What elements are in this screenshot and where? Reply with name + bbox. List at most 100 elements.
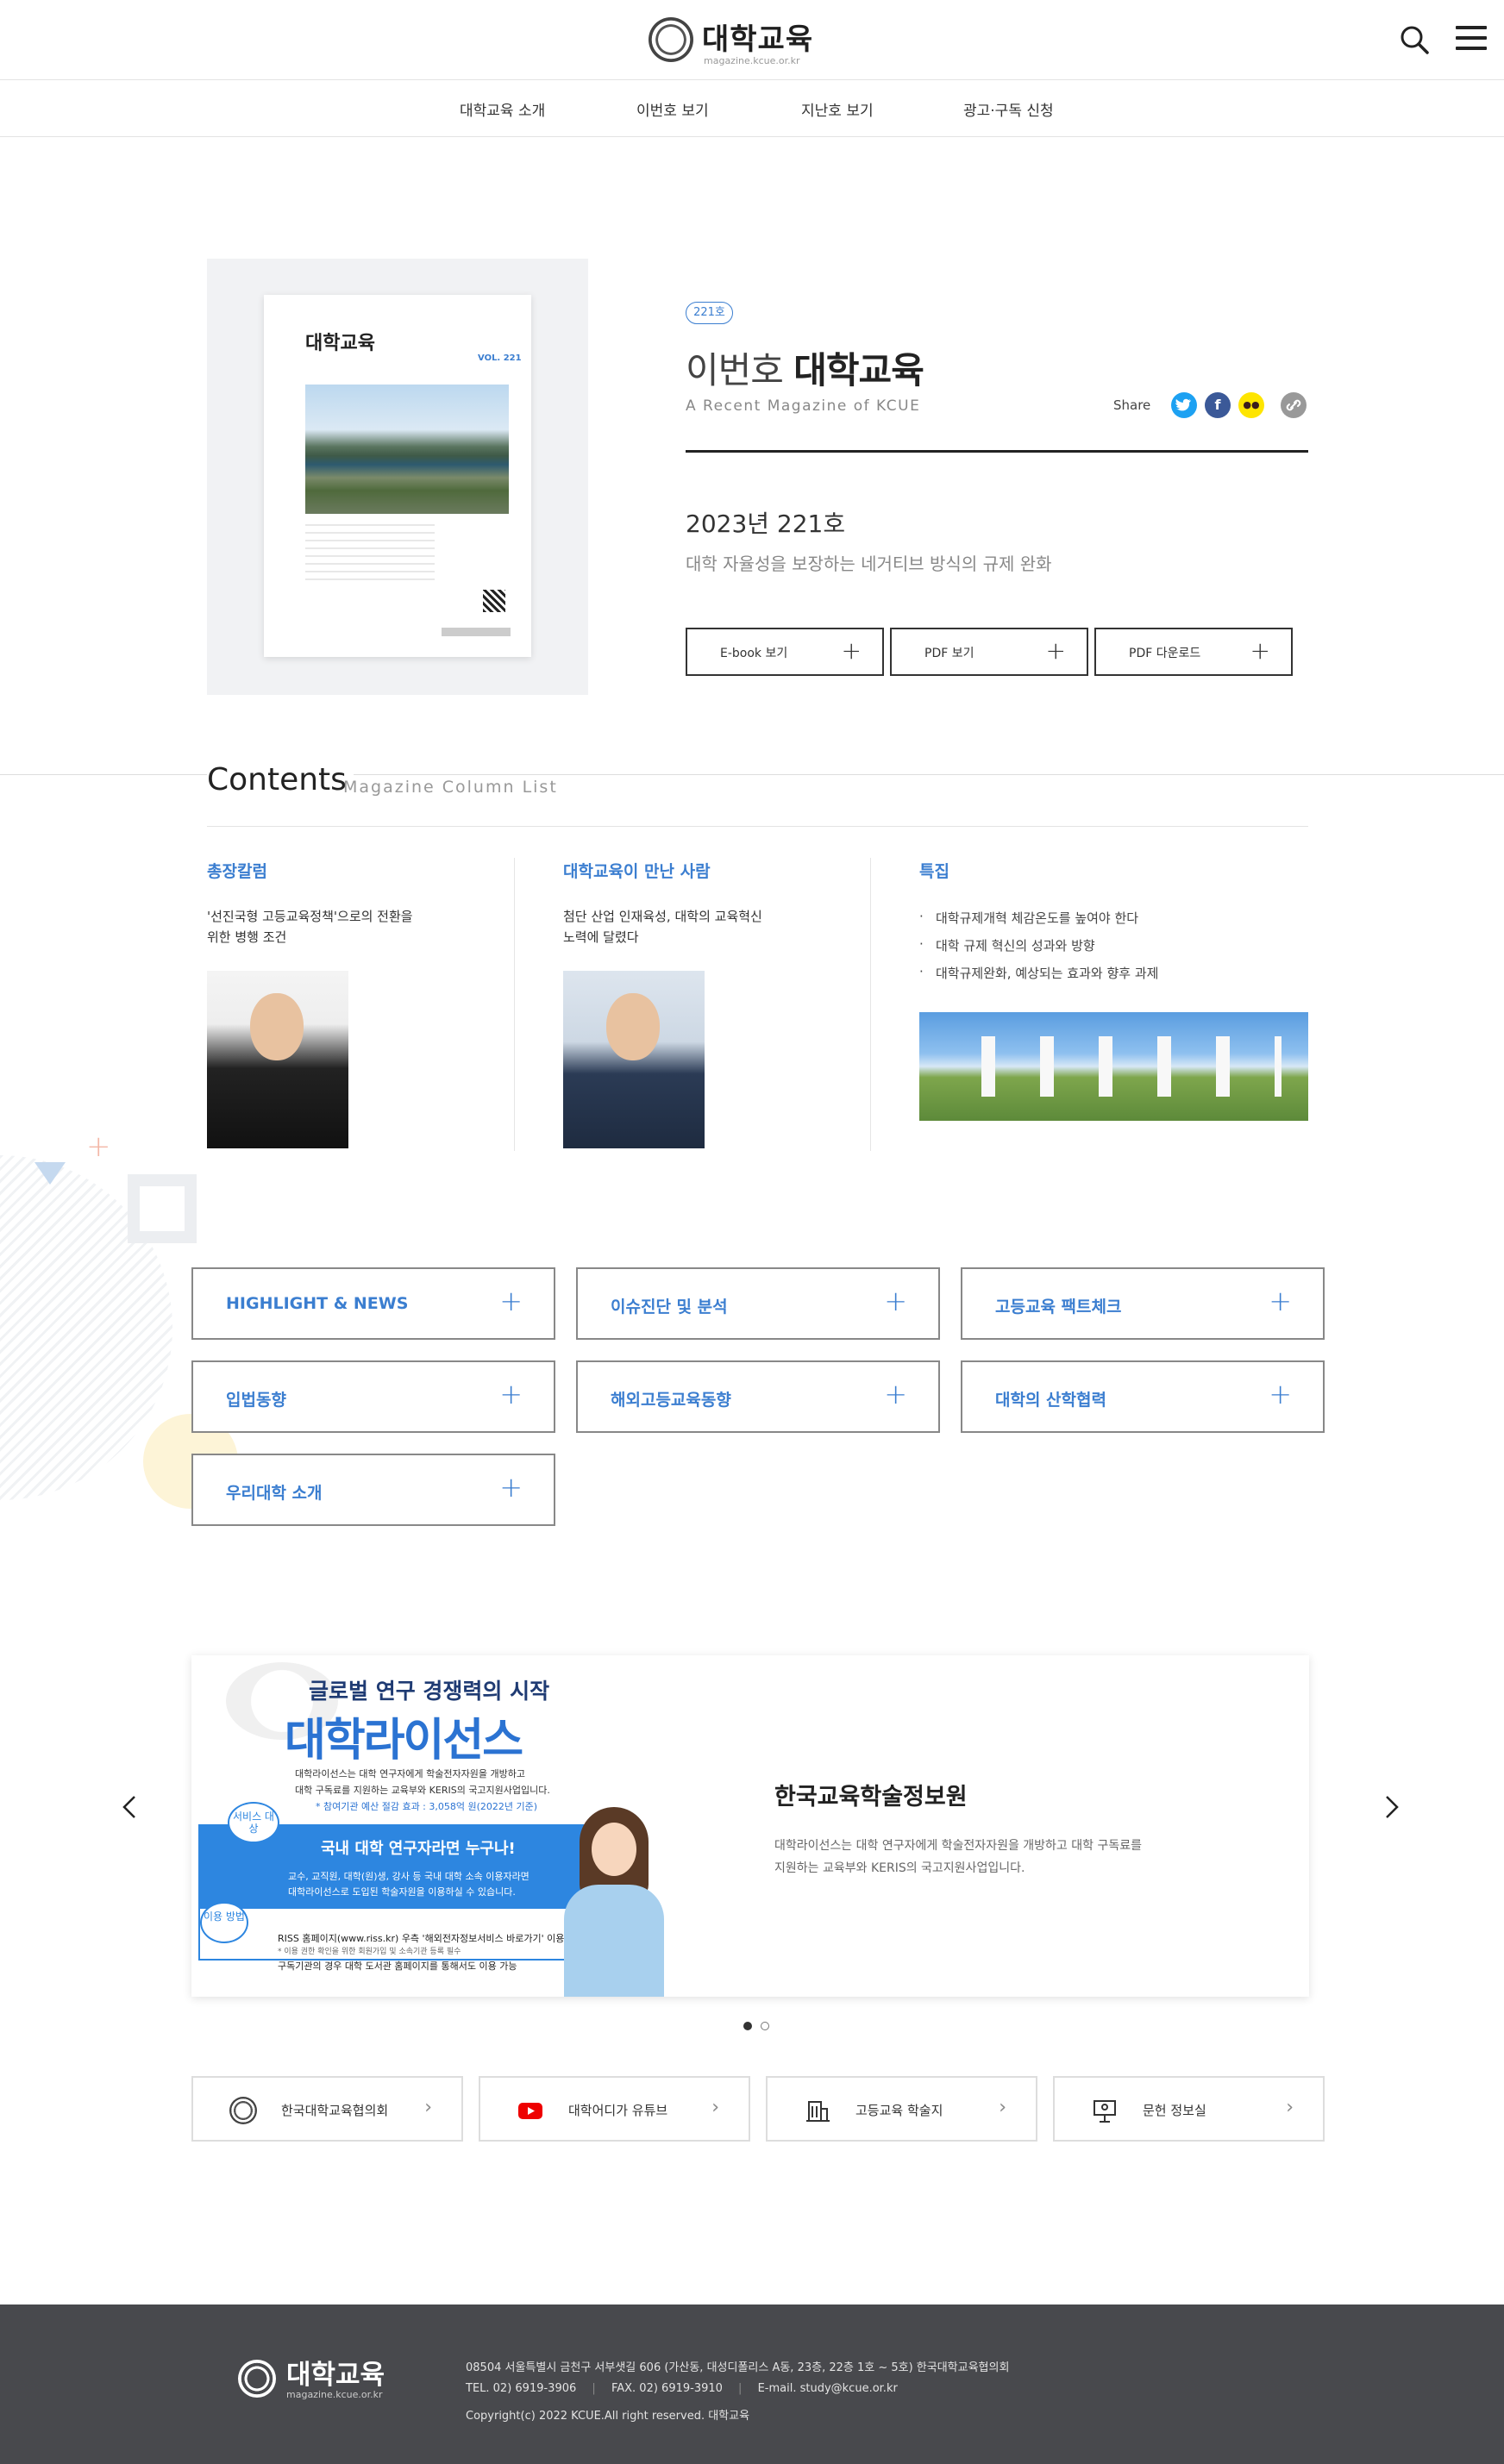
issue-divider	[686, 450, 1308, 453]
footer-address: 08504 서울특별시 금천구 서부샛길 606 (가산동, 대성디폴리스 A동…	[466, 2361, 1010, 2374]
chevron-right-icon: ›	[999, 2097, 1006, 2118]
hamburger-menu-icon[interactable]	[1456, 26, 1487, 53]
column-category-special[interactable]: 특집	[919, 859, 949, 882]
ebook-view-button[interactable]: E-book 보기 +	[686, 628, 884, 676]
site-logo[interactable]: 대학교육 magazine.kcue.or.kr	[649, 12, 821, 66]
chevron-right-icon: ›	[424, 2097, 432, 2118]
youtube-icon	[518, 2103, 542, 2119]
plus-icon: +	[841, 636, 862, 665]
nav-item-current-issue[interactable]: 이번호 보기	[636, 98, 709, 120]
banner-org-desc: 대학라이선스는 대학 연구자에게 학술전자자원을 개방하고 대학 구독료를 지원…	[774, 1835, 1142, 1879]
banner-method-note: * 이용 권한 확인을 위한 회원가입 및 소속기관 등록 필수	[278, 1948, 461, 1956]
ebook-view-label: E-book 보기	[720, 647, 788, 660]
twitter-icon[interactable]	[1171, 392, 1197, 418]
category-label: 우리대학 소개	[226, 1484, 323, 1503]
footer-email[interactable]: E-mail. study@kcue.or.kr	[758, 2382, 898, 2395]
quick-link-journal[interactable]: 고등교육 학술지 ›	[766, 2076, 1037, 2142]
nav-item-about[interactable]: 대학교육 소개	[460, 98, 545, 120]
decorative-plus: +	[86, 1129, 111, 1164]
category-university-intro[interactable]: 우리대학 소개 +	[191, 1454, 555, 1526]
category-legislation[interactable]: 입법동향 +	[191, 1360, 555, 1433]
share-label: Share	[1113, 397, 1151, 413]
special-article-3[interactable]: 대학규제완화, 예상되는 효과와 향후 과제	[936, 964, 1158, 982]
search-icon[interactable]	[1399, 24, 1430, 55]
column-title-line1[interactable]: 첨단 산업 인재육성, 대학의 교육혁신	[563, 906, 762, 927]
quick-link-library[interactable]: 문헌 정보실 ›	[1053, 2076, 1325, 2142]
kcue-emblem-icon	[238, 2360, 276, 2398]
face	[250, 993, 304, 1060]
category-label: 해외고등교육동향	[611, 1391, 731, 1410]
face	[592, 1823, 636, 1876]
kcue-emblem-icon	[649, 17, 693, 62]
column-title-line2[interactable]: 노력에 달렸다	[563, 927, 639, 947]
quick-link-label: 문헌 정보실	[1143, 2103, 1206, 2118]
site-footer: 대학교육 magazine.kcue.or.kr 08504 서울특별시 금천구…	[0, 2305, 1504, 2464]
logo-url: magazine.kcue.or.kr	[704, 55, 800, 66]
banner-method-2: 구독기관의 경우 대학 도서관 홈페이지를 통해서도 이용 가능	[278, 1961, 517, 1972]
category-highlight-news[interactable]: HIGHLIGHT & NEWS +	[191, 1267, 555, 1340]
issue-year-number: 2023년 221호	[686, 510, 846, 538]
footer-fax: FAX. 02) 6919-3910	[611, 2382, 723, 2395]
contents-subtitle: Magazine Column List	[343, 778, 558, 797]
president-photo[interactable]	[207, 971, 348, 1148]
column-category-president[interactable]: 총장칼럼	[207, 859, 267, 882]
plus-icon: +	[884, 1378, 907, 1410]
facebook-icon[interactable]: f	[1205, 392, 1231, 418]
contents-divider	[207, 826, 1308, 827]
category-fact-check[interactable]: 고등교육 팩트체크 +	[961, 1267, 1325, 1340]
column-divider	[514, 858, 515, 1151]
issue-description: 대학 자율성을 보장하는 네거티브 방식의 규제 완화	[686, 553, 1052, 574]
category-label: 입법동향	[226, 1391, 286, 1410]
usage-method-badge: 이용 방법	[200, 1902, 248, 1943]
pdf-download-label: PDF 다운로드	[1129, 647, 1201, 660]
category-label: 고등교육 팩트체크	[995, 1298, 1122, 1316]
column-title-line1[interactable]: '선진국형 고등교육정책'으로의 전환을	[207, 906, 413, 927]
nav-item-past-issues[interactable]: 지난호 보기	[801, 98, 874, 120]
bullet-marker: ·	[919, 936, 924, 952]
quick-link-youtube[interactable]: 대학어디가 유튜브 ›	[479, 2076, 750, 2142]
slider-dot[interactable]	[761, 2022, 769, 2030]
chevron-right-icon[interactable]	[1378, 1790, 1404, 1824]
cover-volume: VOL. 221	[478, 353, 522, 363]
category-label: HIGHLIGHT & NEWS	[226, 1294, 409, 1313]
presentation-icon	[1094, 2100, 1116, 2123]
decorative-square	[128, 1174, 197, 1243]
separator: |	[592, 2382, 596, 2395]
pdf-view-button[interactable]: PDF 보기 +	[890, 628, 1088, 676]
special-article-2[interactable]: 대학 규제 혁신의 성과와 방향	[936, 936, 1095, 954]
plus-icon: +	[884, 1285, 907, 1317]
banner-slide[interactable]: 글로벌 연구 경쟁력의 시작 대학라이선스 대학라이선스는 대학 연구자에게 학…	[191, 1655, 1309, 1997]
nav-item-ad-subscribe[interactable]: 광고·구독 신청	[963, 98, 1054, 120]
banner-target-desc: 교수, 교직원, 대학(원)생, 강사 등 국내 대학 소속 이용자라면 대학라…	[288, 1869, 530, 1900]
category-issue-analysis[interactable]: 이슈진단 및 분석 +	[576, 1267, 940, 1340]
issue-number-badge: 221호	[686, 302, 733, 324]
interviewee-photo[interactable]	[563, 971, 705, 1148]
chevron-left-icon[interactable]	[117, 1790, 143, 1824]
special-feature-photo[interactable]	[919, 1012, 1308, 1121]
pdf-download-button[interactable]: PDF 다운로드 +	[1094, 628, 1293, 676]
banner-intro-line3: * 참여기관 예산 절감 효과 : 3,058억 원(2022년 기준)	[316, 1801, 538, 1812]
kakaotalk-icon[interactable]: ●●	[1238, 392, 1264, 418]
banner-org-desc-line2: 지원하는 교육부와 KERIS의 국고지원사업입니다.	[774, 1861, 1025, 1875]
cover-text-block	[305, 524, 435, 585]
quick-link-kcue[interactable]: 한국대학교육협의회 ›	[191, 2076, 463, 2142]
issue-heading-bold: 대학교육	[793, 349, 924, 391]
column-title-line2[interactable]: 위한 병행 조건	[207, 927, 286, 947]
building-icon	[806, 2101, 830, 2122]
banner-target-title: 국내 대학 연구자라면 누구나!	[321, 1840, 516, 1858]
column-category-interview[interactable]: 대학교육이 만난 사람	[563, 859, 711, 882]
special-article-1[interactable]: 대학규제개혁 체감온도를 높여야 한다	[936, 909, 1138, 927]
issue-heading: 이번호 대학교육	[686, 341, 924, 394]
slider-dot-active[interactable]	[743, 2022, 752, 2030]
category-industry-cooperation[interactable]: 대학의 산학협력 +	[961, 1360, 1325, 1433]
footer-logo-title: 대학교육	[286, 2360, 385, 2391]
plus-icon: +	[1250, 636, 1270, 665]
logo-title: 대학교육	[702, 22, 814, 57]
banner-target-desc-line1: 교수, 교직원, 대학(원)생, 강사 등 국내 대학 소속 이용자라면	[288, 1871, 530, 1882]
link-icon[interactable]	[1281, 392, 1307, 418]
banner-image: 글로벌 연구 경쟁력의 시작 대학라이선스 대학라이선스는 대학 연구자에게 학…	[191, 1655, 674, 1997]
footer-copyright: Copyright(c) 2022 KCUE.All right reserve…	[466, 2410, 750, 2423]
magazine-cover[interactable]: 대학교육 VOL. 221	[264, 295, 531, 657]
category-overseas-trends[interactable]: 해외고등교육동향 +	[576, 1360, 940, 1433]
body	[564, 1885, 664, 1997]
